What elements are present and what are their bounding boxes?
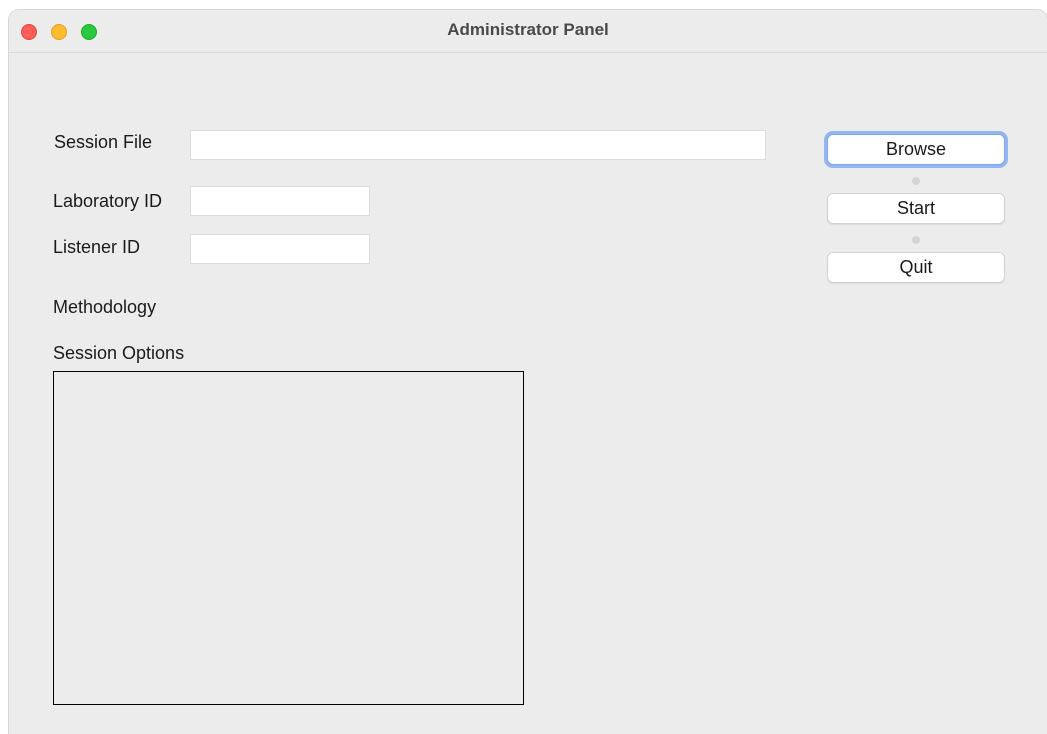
listener-id-input[interactable] [190, 234, 370, 264]
laboratory-id-label: Laboratory ID [53, 191, 163, 211]
session-options-panel[interactable] [53, 371, 524, 705]
listener-id-label: Listener ID [53, 237, 141, 257]
title-bar[interactable]: Administrator Panel [9, 10, 1047, 53]
browse-button[interactable]: Browse [827, 134, 1005, 165]
start-button[interactable]: Start [827, 193, 1005, 224]
administrator-panel-window: Administrator Panel Session File Laborat… [9, 10, 1047, 734]
laboratory-id-input[interactable] [190, 186, 370, 216]
session-file-label: Session File [54, 132, 153, 152]
window-title: Administrator Panel [447, 20, 609, 39]
quit-button[interactable]: Quit [827, 252, 1005, 283]
session-options-label: Session Options [53, 343, 185, 363]
separator-dot [912, 236, 920, 244]
session-file-input[interactable] [190, 130, 766, 160]
methodology-label: Methodology [53, 297, 157, 317]
separator-dot [912, 177, 920, 185]
